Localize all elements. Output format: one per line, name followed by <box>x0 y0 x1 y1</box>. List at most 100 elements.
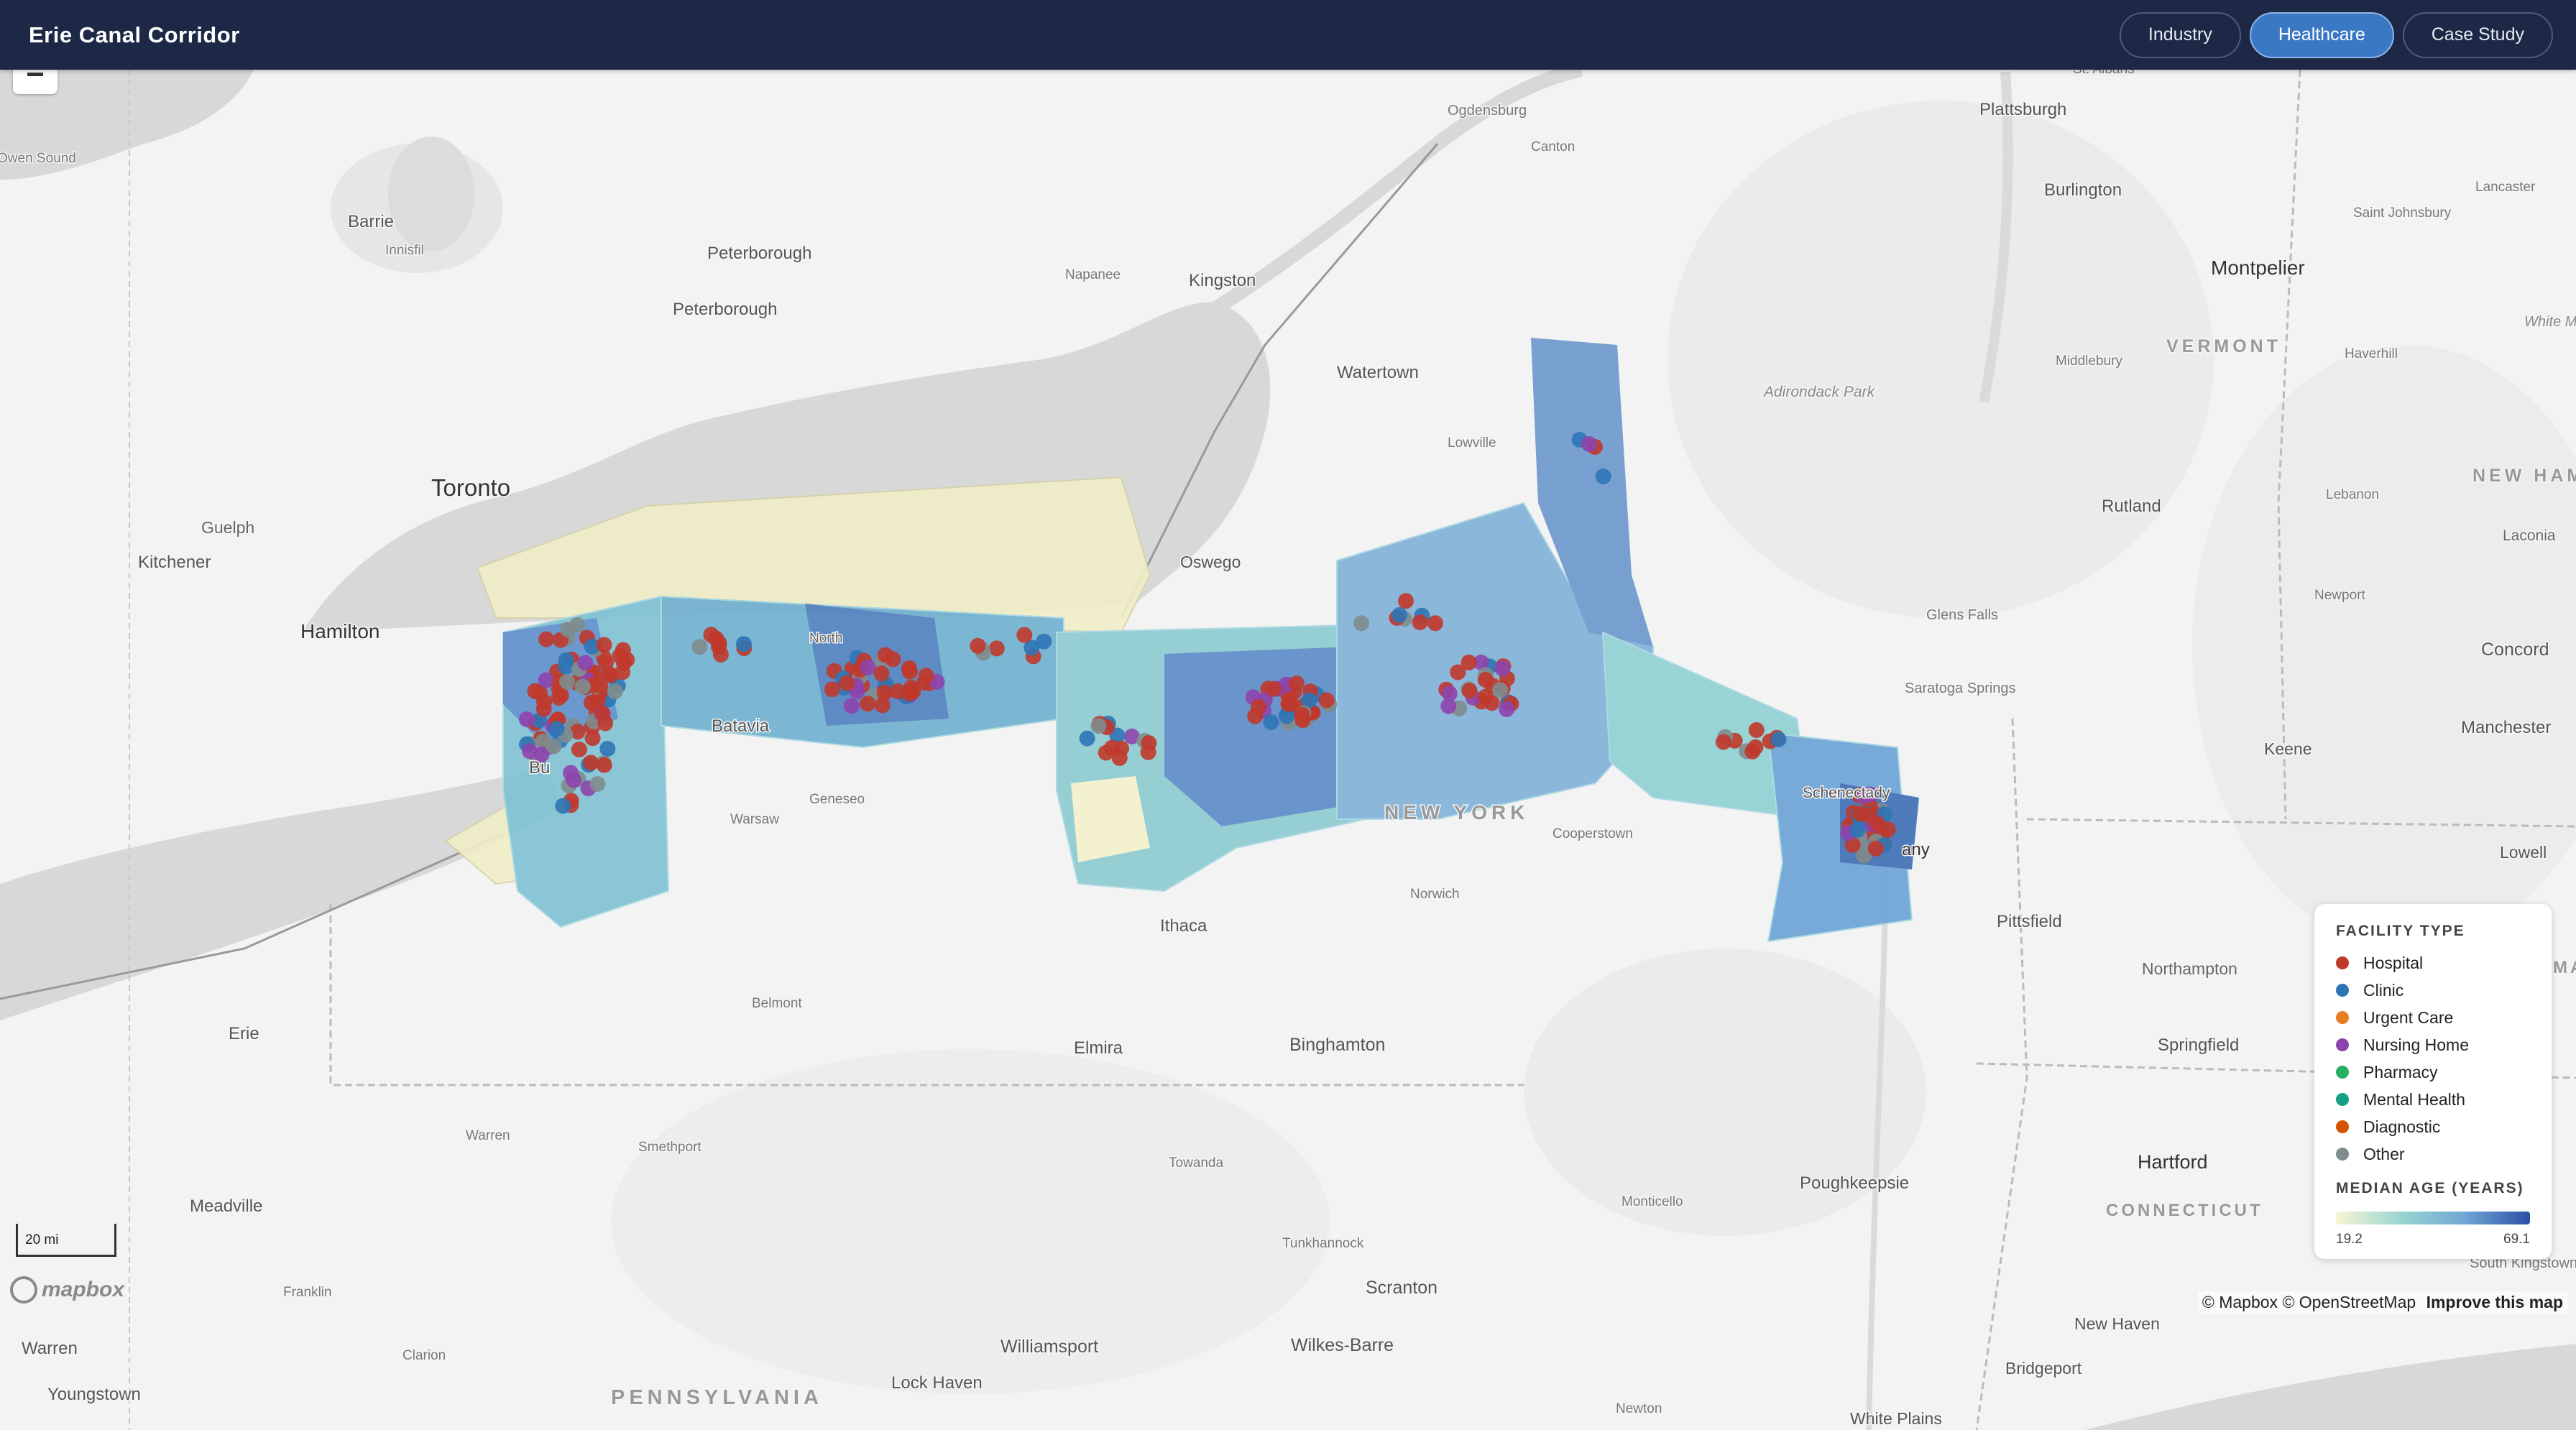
facility-marker[interactable] <box>1090 718 1107 734</box>
facility-marker[interactable] <box>918 668 934 684</box>
facility-marker[interactable] <box>596 637 612 653</box>
facility-marker[interactable] <box>1294 706 1310 723</box>
facility-marker[interactable] <box>970 637 986 654</box>
facility-marker[interactable] <box>584 730 601 747</box>
facility-marker[interactable] <box>527 683 543 699</box>
facility-marker[interactable] <box>1392 606 1408 623</box>
facility-marker[interactable] <box>1748 722 1765 738</box>
facility-marker[interactable] <box>843 698 860 714</box>
legend-swatch <box>2336 1093 2349 1106</box>
facility-marker[interactable] <box>1250 698 1266 715</box>
facility-marker[interactable] <box>615 655 632 671</box>
facility-marker[interactable] <box>1581 435 1597 452</box>
facility-marker[interactable] <box>824 681 840 698</box>
facility-marker[interactable] <box>538 631 555 647</box>
facility-marker[interactable] <box>599 741 616 757</box>
facility-marker[interactable] <box>1461 683 1478 699</box>
facility-marker[interactable] <box>522 743 538 760</box>
facility-marker[interactable] <box>1861 807 1877 824</box>
tab-industry[interactable]: Industry <box>2119 11 2241 58</box>
median-age-gradient <box>2336 1212 2530 1224</box>
attribution-mapbox[interactable]: © Mapbox <box>2202 1293 2278 1311</box>
facility-marker[interactable] <box>1770 732 1787 747</box>
map-canvas[interactable]: Toronto Hamilton Barrie Innisfil Guelph Kitch… <box>0 0 2576 1430</box>
facility-marker[interactable] <box>607 683 623 700</box>
facility-marker[interactable] <box>1398 593 1414 609</box>
mapbox-logo[interactable]: mapbox <box>10 1276 124 1304</box>
tab-healthcare[interactable]: Healthcare <box>2249 11 2394 58</box>
facility-marker[interactable] <box>535 701 552 717</box>
facility-marker[interactable] <box>563 765 579 781</box>
facility-marker[interactable] <box>577 655 594 671</box>
facility-marker[interactable] <box>559 673 575 690</box>
facility-marker[interactable] <box>839 675 855 691</box>
region-syracuse <box>1164 647 1351 826</box>
tab-case-study[interactable]: Case Study <box>2402 11 2553 58</box>
facility-marker[interactable] <box>548 721 565 737</box>
facility-marker[interactable] <box>1079 730 1095 747</box>
facility-marker[interactable] <box>560 622 576 638</box>
facility-marker[interactable] <box>571 742 587 757</box>
facility-marker[interactable] <box>1595 469 1611 484</box>
facility-marker[interactable] <box>885 651 901 668</box>
legend-swatch <box>2336 1148 2349 1161</box>
place-label: Hartford <box>2138 1151 2208 1173</box>
facility-marker[interactable] <box>1263 714 1279 731</box>
facility-marker[interactable] <box>1715 734 1731 750</box>
facility-marker[interactable] <box>735 636 752 652</box>
facility-marker[interactable] <box>574 678 591 695</box>
facility-marker[interactable] <box>901 663 918 680</box>
place-label: Bridgeport <box>2005 1359 2082 1378</box>
facility-marker[interactable] <box>1460 654 1477 670</box>
facility-marker[interactable] <box>873 665 890 682</box>
attribution-osm[interactable]: © OpenStreetMap <box>2282 1293 2416 1311</box>
facility-marker[interactable] <box>1036 633 1052 650</box>
map-svg[interactable]: Toronto Hamilton Barrie Innisfil Guelph Kitch… <box>0 0 2576 1430</box>
facility-marker[interactable] <box>1111 749 1128 766</box>
facility-marker[interactable] <box>901 685 917 701</box>
facility-marker[interactable] <box>596 757 612 773</box>
zoom-out-button[interactable] <box>13 68 58 94</box>
place-label: Haverhill <box>2345 346 2398 361</box>
improve-map-link[interactable]: Improve this map <box>2426 1293 2563 1311</box>
facility-marker[interactable] <box>1288 675 1305 691</box>
facility-marker[interactable] <box>1412 614 1428 631</box>
facility-marker[interactable] <box>712 646 729 663</box>
facility-marker[interactable] <box>546 738 562 755</box>
facility-marker[interactable] <box>1744 743 1761 760</box>
facility-marker[interactable] <box>1867 840 1884 857</box>
facility-marker[interactable] <box>860 659 876 675</box>
facility-marker[interactable] <box>874 697 891 714</box>
facility-marker[interactable] <box>589 776 606 792</box>
facility-marker[interactable] <box>555 798 571 814</box>
facility-marker[interactable] <box>558 652 574 668</box>
facility-marker[interactable] <box>1318 692 1335 709</box>
facility-marker[interactable] <box>1880 821 1896 838</box>
facility-marker[interactable] <box>1016 627 1033 643</box>
facility-marker[interactable] <box>1494 660 1511 677</box>
place-label: Lebanon <box>2326 487 2379 502</box>
facility-marker[interactable] <box>583 755 599 771</box>
facility-marker[interactable] <box>1141 735 1157 752</box>
facility-marker[interactable] <box>1427 615 1443 632</box>
place-label: White Mountain National Forest <box>2524 314 2576 330</box>
facility-marker[interactable] <box>1849 822 1866 838</box>
facility-marker[interactable] <box>518 711 535 727</box>
facility-marker[interactable] <box>988 640 1005 657</box>
facility-marker[interactable] <box>1477 672 1494 688</box>
facility-marker[interactable] <box>1499 701 1515 717</box>
place-label: Kitchener <box>138 553 211 572</box>
facility-marker[interactable] <box>551 690 567 706</box>
place-label: Ogdensburg <box>1448 103 1527 119</box>
facility-marker[interactable] <box>703 627 719 643</box>
facility-marker[interactable] <box>691 639 708 655</box>
place-label: Erie <box>229 1024 259 1043</box>
place-label: Geneseo <box>809 792 865 807</box>
facility-marker[interactable] <box>1266 681 1282 697</box>
facility-marker[interactable] <box>1441 686 1458 702</box>
facility-marker[interactable] <box>602 667 619 683</box>
facility-marker[interactable] <box>860 696 875 712</box>
place-label: Tunkhannock <box>1282 1236 1364 1251</box>
facility-marker[interactable] <box>1492 682 1509 698</box>
facility-marker[interactable] <box>1353 615 1369 632</box>
